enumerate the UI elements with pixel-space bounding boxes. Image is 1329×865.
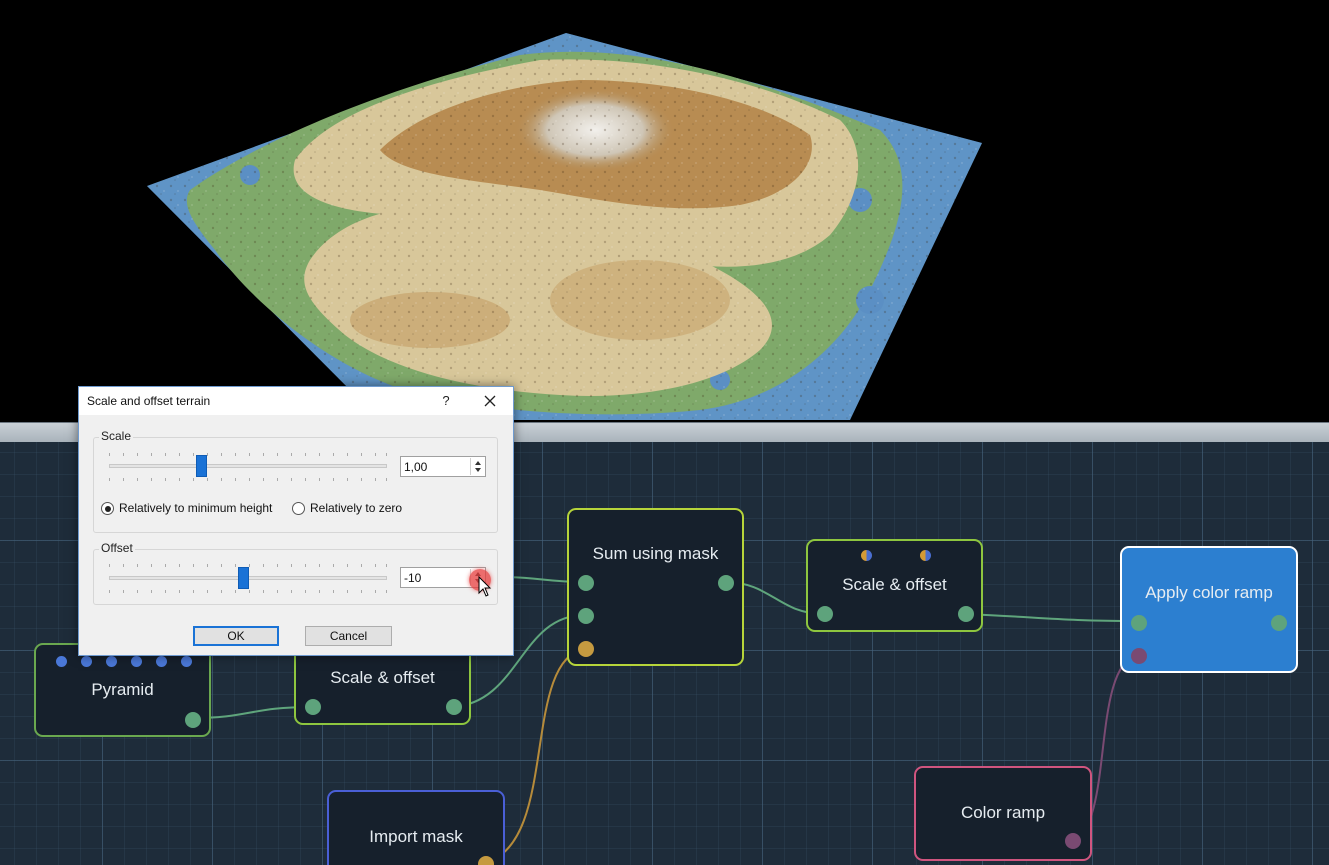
param-dot[interactable] xyxy=(180,655,192,667)
input-port[interactable] xyxy=(305,699,321,715)
output-port[interactable] xyxy=(446,699,462,715)
param-dot[interactable] xyxy=(55,655,67,667)
close-icon xyxy=(484,395,496,407)
cancel-button[interactable]: Cancel xyxy=(305,626,392,646)
node-title: Pyramid xyxy=(91,680,154,699)
node-title: Scale & offset xyxy=(330,668,435,687)
scale-ticks-top xyxy=(109,453,387,456)
scale-group-label: Scale xyxy=(99,429,134,443)
ok-button[interactable]: OK xyxy=(193,626,279,646)
scale-slider-track[interactable] xyxy=(109,464,387,468)
terrain-render xyxy=(147,33,982,420)
node-title: Apply color ramp xyxy=(1145,583,1273,602)
node-title: Import mask xyxy=(369,827,463,846)
offset-group-label: Offset xyxy=(99,541,135,555)
terrain-viewport[interactable] xyxy=(0,0,1329,422)
node-title: Scale & offset xyxy=(842,575,947,594)
dialog-titlebar[interactable]: Scale and offset terrain ? xyxy=(79,387,513,415)
node-apply-color-ramp[interactable]: Apply color ramp xyxy=(1120,546,1298,673)
close-button[interactable] xyxy=(477,391,503,411)
offset-ticks-bottom xyxy=(109,590,387,593)
node-import-mask[interactable]: Import mask xyxy=(327,790,505,865)
input-port[interactable] xyxy=(578,608,594,624)
node-title: Sum using mask xyxy=(592,544,719,563)
node-sum-using-mask[interactable]: Sum using mask xyxy=(567,508,744,666)
param-dot[interactable] xyxy=(105,655,117,667)
dialog-title: Scale and offset terrain xyxy=(87,394,211,408)
node-color-ramp[interactable]: Color ramp xyxy=(914,766,1092,861)
ramp-input-port[interactable] xyxy=(1131,648,1147,664)
radio-label: Relatively to zero xyxy=(310,501,403,515)
scale-slider-thumb[interactable] xyxy=(196,455,207,477)
output-port[interactable] xyxy=(1065,833,1081,849)
spin-up-down-icon xyxy=(475,461,481,472)
mask-input-port[interactable] xyxy=(578,641,594,657)
scale-group xyxy=(93,437,498,533)
radio-label: Relatively to minimum height xyxy=(119,501,273,515)
output-port[interactable] xyxy=(478,856,494,865)
scale-offset-dialog: Scale and offset terrain ? Scale 1,00 Re… xyxy=(78,386,514,656)
wire-scale2-to-ramp xyxy=(963,613,1139,622)
output-port[interactable] xyxy=(958,606,974,622)
offset-slider-thumb[interactable] xyxy=(238,567,249,589)
node-title: Color ramp xyxy=(960,803,1046,822)
param-dot[interactable] xyxy=(130,655,142,667)
input-port[interactable] xyxy=(578,575,594,591)
scale-spinbox[interactable]: 1,00 xyxy=(400,456,486,477)
param-dot[interactable] xyxy=(919,549,931,561)
offset-value[interactable]: -10 xyxy=(404,571,421,585)
output-port[interactable] xyxy=(718,575,734,591)
output-port[interactable] xyxy=(185,712,201,728)
scale-value[interactable]: 1,00 xyxy=(404,460,427,474)
radio-circle-checked[interactable] xyxy=(101,502,114,515)
param-dot[interactable] xyxy=(860,549,872,561)
param-dot[interactable] xyxy=(80,655,92,667)
input-port[interactable] xyxy=(1131,615,1147,631)
node-pyramid[interactable]: Pyramid xyxy=(34,643,211,737)
scale-spin-arrows[interactable] xyxy=(470,458,484,475)
scale-ticks-bottom xyxy=(109,478,387,481)
help-button[interactable]: ? xyxy=(435,391,457,411)
input-port[interactable] xyxy=(817,606,833,622)
param-dot[interactable] xyxy=(155,655,167,667)
mouse-cursor-icon xyxy=(478,576,492,597)
radio-circle[interactable] xyxy=(292,502,305,515)
node-scale-offset-2[interactable]: Scale & offset xyxy=(806,539,983,632)
output-port[interactable] xyxy=(1271,615,1287,631)
